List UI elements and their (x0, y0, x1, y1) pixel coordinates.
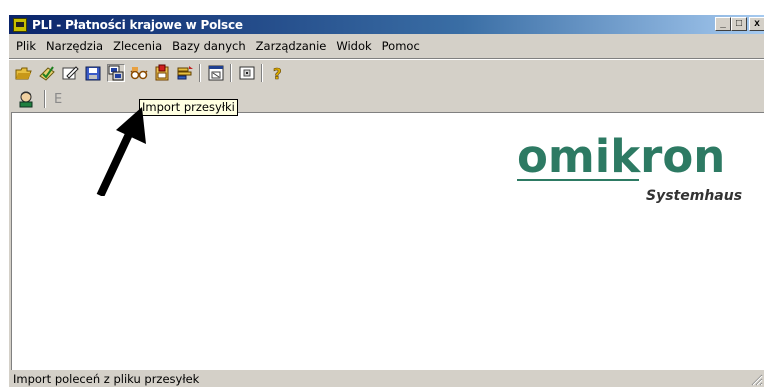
import-icon[interactable] (107, 64, 125, 82)
pointer-arrow-icon (96, 107, 146, 196)
menu-narzedzia[interactable]: Narzędzia (41, 39, 108, 53)
status-bar: Import poleceń z pliku przesyłek (9, 370, 764, 387)
menu-zlecenia[interactable]: Zlecenia (108, 39, 167, 53)
help-icon[interactable]: ? (269, 64, 287, 84)
export-icon[interactable] (153, 64, 171, 82)
close-button[interactable]: x (749, 17, 764, 31)
settings-icon[interactable] (238, 64, 256, 82)
resize-grip-icon[interactable] (751, 374, 763, 386)
menu-bazy-danych[interactable]: Bazy danych (167, 39, 251, 53)
logo-subtitle: Systemhaus (646, 188, 743, 204)
glasses-icon[interactable] (130, 64, 148, 82)
sort-icon[interactable] (176, 64, 194, 82)
title-bar[interactable]: PLI - Płatności krajowe w Polsce _ □ x (9, 15, 764, 34)
logo-underline (517, 179, 639, 181)
menu-plik[interactable]: Plik (11, 39, 41, 53)
disabled-e-button[interactable]: E (54, 92, 62, 107)
menu-zarzadzanie[interactable]: Zarządzanie (251, 39, 332, 53)
svg-text:?: ? (273, 65, 282, 82)
toolbar-separator (199, 64, 201, 82)
toolbar-separator (261, 64, 263, 82)
edit-document-icon[interactable] (61, 64, 79, 82)
save-icon[interactable] (84, 64, 102, 82)
window-controls: _ □ x (715, 17, 764, 31)
checked-document-icon[interactable] (38, 64, 56, 82)
status-text: Import poleceń z pliku przesyłek (13, 372, 200, 386)
toolbar-separator (230, 64, 232, 82)
secondary-toolbar: E (11, 88, 62, 110)
omikron-logo: omikron Systemhaus (517, 130, 757, 204)
menu-bar: Plik Narzędzia Zlecenia Bazy danych Zarz… (9, 36, 764, 56)
open-folder-icon[interactable] (15, 64, 33, 82)
menu-widok[interactable]: Widok (331, 39, 376, 53)
toolbar-separator (44, 90, 46, 108)
menu-pomoc[interactable]: Pomoc (377, 39, 425, 53)
logo-word: omikron (517, 130, 726, 183)
window-title: PLI - Płatności krajowe w Polsce (32, 17, 243, 32)
menu-separator (9, 58, 764, 60)
user-icon[interactable] (17, 90, 35, 108)
window-icon[interactable] (207, 64, 225, 82)
main-toolbar: ? (11, 61, 292, 85)
maximize-button[interactable]: □ (731, 17, 747, 31)
minimize-button[interactable]: _ (715, 17, 731, 31)
app-icon[interactable] (13, 17, 27, 32)
